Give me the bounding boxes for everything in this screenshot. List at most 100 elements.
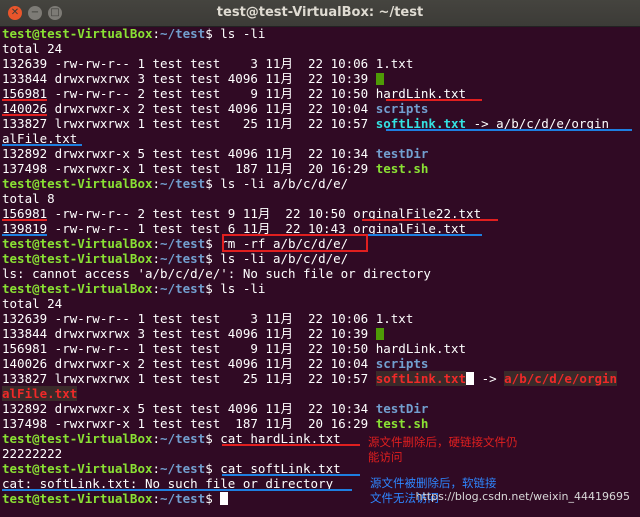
prompt-separator: : [152, 251, 161, 266]
command-text: ls -li a/b/c/d/e/ [212, 251, 349, 266]
prompt-end: $ [205, 251, 213, 266]
inode-underline [2, 114, 47, 116]
output-line: 132892 drwxrwxr-x 5 test test 4096 11月 2… [2, 401, 428, 416]
note-line: 源文件删除后，硬链接文件仍 [368, 435, 518, 449]
prompt-directory: ~/test [160, 26, 206, 41]
symlink-arrow: -> [474, 371, 505, 386]
prompt-directory: ~/test [160, 176, 206, 191]
output-line: 140026 drwxrwxr-x 2 test test 4096 11月 2… [2, 356, 428, 371]
output-line: 133827 lrwxrwxrwx 1 test test 25 11月 22 … [2, 371, 618, 386]
broken-symlink-target: alFile.txt [2, 386, 78, 401]
error-underline [2, 489, 352, 491]
file-info: 156981 -rw-rw-r-- 2 test test 9 11月 22 1… [2, 86, 376, 101]
prompt-user: test@test-VirtualBox [2, 251, 153, 266]
directory-name: scripts [375, 101, 429, 116]
output-line: alFile.txt [2, 386, 78, 401]
watermark: https://blog.csdn.net/weixin_44419695 [415, 490, 630, 503]
prompt-user: test@test-VirtualBox [2, 431, 153, 446]
prompt-end: $ [205, 281, 213, 296]
rm-command-highlight [222, 234, 368, 252]
prompt-end: $ [205, 461, 213, 476]
filename-underline [362, 219, 498, 221]
prompt-end: $ [205, 491, 213, 506]
cursor-block [466, 372, 475, 385]
error-line: ls: cannot access 'a/b/c/d/e/': No such … [2, 266, 431, 281]
cat-hardlink-underline [222, 444, 360, 446]
output-line: 132639 -rw-rw-r-- 1 test test 3 11月 22 1… [2, 56, 413, 71]
inode-underline [2, 99, 47, 101]
terminal-line: test@test-VirtualBox:~/test$ ls -li [2, 281, 265, 296]
output-line: 22222222 [2, 446, 63, 461]
prompt-user: test@test-VirtualBox [2, 26, 153, 41]
output-line: 133844 drwxrwxrwx 3 test test 4096 11月 2… [2, 71, 384, 86]
command-text: ls -li a/b/c/d/e/ [212, 176, 349, 191]
command-text [213, 491, 221, 506]
note-line: 源文件被删除后，软链接 [370, 476, 497, 490]
executable-name: test.sh [375, 161, 429, 176]
filename-underline [362, 234, 482, 236]
prompt-separator: : [152, 461, 161, 476]
file-info: 137498 -rwxrwxr-x 1 test test 187 11月 20… [2, 416, 376, 431]
terminal-line: test@test-VirtualBox:~/test$ [2, 491, 229, 506]
directory-block-icon [375, 328, 384, 340]
prompt-directory: ~/test [160, 431, 206, 446]
prompt-user: test@test-VirtualBox [2, 236, 153, 251]
command-text: ls -li [212, 281, 266, 296]
file-info: 133827 lrwxrwxrwx 1 test test 25 11月 22 … [2, 116, 376, 131]
cat-softlink-underline [222, 474, 360, 476]
file-info: 132892 drwxrwxr-x 5 test test 4096 11月 2… [2, 146, 376, 161]
output-line: 132639 -rw-rw-r-- 1 test test 3 11月 22 1… [2, 311, 413, 326]
prompt-directory: ~/test [160, 251, 206, 266]
prompt-separator: : [152, 176, 161, 191]
prompt-user: test@test-VirtualBox [2, 281, 153, 296]
prompt-user: test@test-VirtualBox [2, 461, 153, 476]
file-info: 133844 drwxrwxrwx 3 test test 4096 11月 2… [2, 71, 376, 86]
directory-block-icon [375, 73, 384, 85]
file-name: 1.txt [375, 311, 414, 326]
file-info: 156981 -rw-rw-r-- 1 test test 9 11月 22 1… [2, 341, 376, 356]
title-bar: ✕ − □ [0, 0, 640, 27]
output-line: total 24 [2, 296, 63, 311]
prompt-directory: ~/test [160, 236, 206, 251]
file-info: 133844 drwxrwxrwx 3 test test 4096 11月 2… [2, 326, 376, 341]
prompt-separator: : [152, 236, 161, 251]
broken-symlink-target: a/b/c/d/e/orgin [504, 371, 618, 386]
prompt-user: test@test-VirtualBox [2, 176, 153, 191]
output-line: total 8 [2, 191, 55, 206]
minimize-icon[interactable]: − [28, 6, 42, 20]
directory-name: testDir [375, 146, 429, 161]
file-info: 140026 drwxrwxr-x 2 test test 4096 11月 2… [2, 101, 376, 116]
file-info: 137498 -rwxrwxr-x 1 test test 187 11月 20… [2, 161, 376, 176]
file-info: 132892 drwxrwxr-x 5 test test 4096 11月 2… [2, 401, 376, 416]
terminal-line: test@test-VirtualBox:~/test$ ls -li a/b/… [2, 251, 348, 266]
output-line: 133844 drwxrwxrwx 3 test test 4096 11月 2… [2, 326, 384, 341]
terminal-cursor [220, 492, 229, 505]
prompt-directory: ~/test [160, 461, 206, 476]
output-line: 140026 drwxrwxr-x 2 test test 4096 11月 2… [2, 101, 428, 116]
file-info: 133827 lrwxrwxrwx 1 test test 25 11月 22 … [2, 371, 376, 386]
prompt-end: $ [205, 26, 213, 41]
file-info: 132639 -rw-rw-r-- 1 test test 3 11月 22 1… [2, 311, 376, 326]
inode-underline [2, 219, 47, 221]
directory-name: scripts [375, 356, 429, 371]
prompt-directory: ~/test [160, 281, 206, 296]
output-line: total 24 [2, 41, 63, 56]
symlink-underline [386, 129, 632, 131]
prompt-separator: : [152, 26, 161, 41]
file-name: 1.txt [375, 56, 414, 71]
prompt-user: test@test-VirtualBox [2, 491, 153, 506]
output-line: 137498 -rwxrwxr-x 1 test test 187 11月 20… [2, 161, 428, 176]
directory-name: testDir [375, 401, 429, 416]
file-name: hardLink.txt [375, 341, 467, 356]
file-info: 140026 drwxrwxr-x 2 test test 4096 11月 2… [2, 356, 376, 371]
hardlink-note: 源文件删除后，硬链接文件仍 能访问 [368, 435, 518, 465]
output-line: 132892 drwxrwxr-x 5 test test 4096 11月 2… [2, 146, 428, 161]
inode-underline [2, 234, 47, 236]
close-icon[interactable]: ✕ [8, 6, 22, 20]
maximize-icon[interactable]: □ [48, 6, 62, 20]
prompt-separator: : [152, 491, 161, 506]
terminal-area[interactable]: test@test-VirtualBox:~/test$ ls -li tota… [0, 26, 640, 517]
prompt-separator: : [152, 281, 161, 296]
filename-underline [386, 99, 482, 101]
symlink-underline [2, 144, 82, 146]
